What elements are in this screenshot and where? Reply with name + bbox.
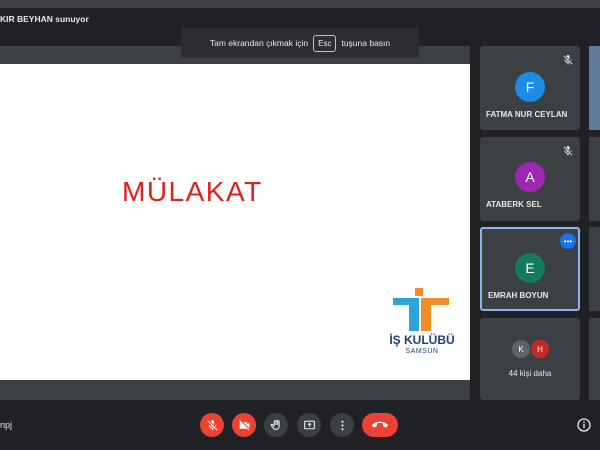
mic-off-icon: [563, 55, 573, 65]
more-options-button[interactable]: [330, 413, 354, 437]
more-participants-label: 44 kişi daha: [508, 369, 552, 378]
participant-tile-active[interactable]: ••• E EMRAH BOYUN: [480, 227, 580, 311]
participant-name: FATMA NUR CEYLAN: [486, 110, 568, 119]
mic-off-icon: [563, 146, 573, 156]
hand-icon: [270, 419, 280, 430]
participant-avatar: A: [515, 162, 545, 192]
logo-subtext: SAMSUN: [405, 348, 439, 355]
present-now-button[interactable]: [297, 413, 321, 437]
slide-title: MÜLAKAT: [122, 176, 263, 207]
participant-tile-partial[interactable]: [589, 137, 600, 221]
fullscreen-exit-hint: Tam ekrandan çıkmak için Esc tuşuna bası…: [181, 28, 419, 58]
mic-off-icon: [207, 419, 217, 430]
meeting-code: npj: [0, 420, 13, 430]
presenter-banner: KIR BEYHAN sunuyor: [0, 14, 89, 24]
participant-avatar: E: [515, 253, 545, 283]
info-icon[interactable]: [576, 417, 592, 433]
top-strip: [0, 0, 600, 8]
mic-toggle-button[interactable]: [200, 413, 224, 437]
phone-hangup-icon: [372, 421, 388, 428]
more-vert-icon: [340, 420, 344, 430]
hint-text-after: tuşuna basın: [341, 38, 391, 48]
raise-hand-button[interactable]: [264, 413, 288, 437]
esc-key: Esc: [313, 34, 337, 52]
presentation-slide: MÜLAKAT İŞ KULÜBÜ SAMSUN: [0, 64, 470, 380]
participant-tile-partial[interactable]: [589, 46, 600, 130]
mini-avatar: K: [512, 340, 530, 358]
more-dots-icon[interactable]: •••: [560, 233, 576, 249]
participant-name: ATABERK SEL: [486, 200, 542, 209]
participant-tile[interactable]: A ATABERK SEL: [480, 137, 580, 221]
participant-tile[interactable]: F FATMA NUR CEYLAN: [480, 46, 580, 130]
leave-call-button[interactable]: [362, 413, 398, 437]
mini-avatar: H: [531, 340, 549, 358]
participant-name: EMRAH BOYUN: [488, 291, 549, 300]
more-participants-tile[interactable]: K H 44 kişi daha: [480, 318, 580, 400]
participant-tile-partial[interactable]: [589, 227, 600, 311]
is-kulubu-logo: [393, 288, 449, 331]
camera-off-icon: [238, 419, 249, 430]
logo-text: İŞ KULÜBÜ: [389, 333, 455, 347]
participant-tile-partial[interactable]: [589, 318, 600, 400]
hint-text-before: Tam ekrandan çıkmak için: [209, 38, 309, 48]
camera-toggle-button[interactable]: [232, 413, 256, 437]
participant-avatar: F: [515, 72, 545, 102]
present-icon: [303, 420, 315, 429]
